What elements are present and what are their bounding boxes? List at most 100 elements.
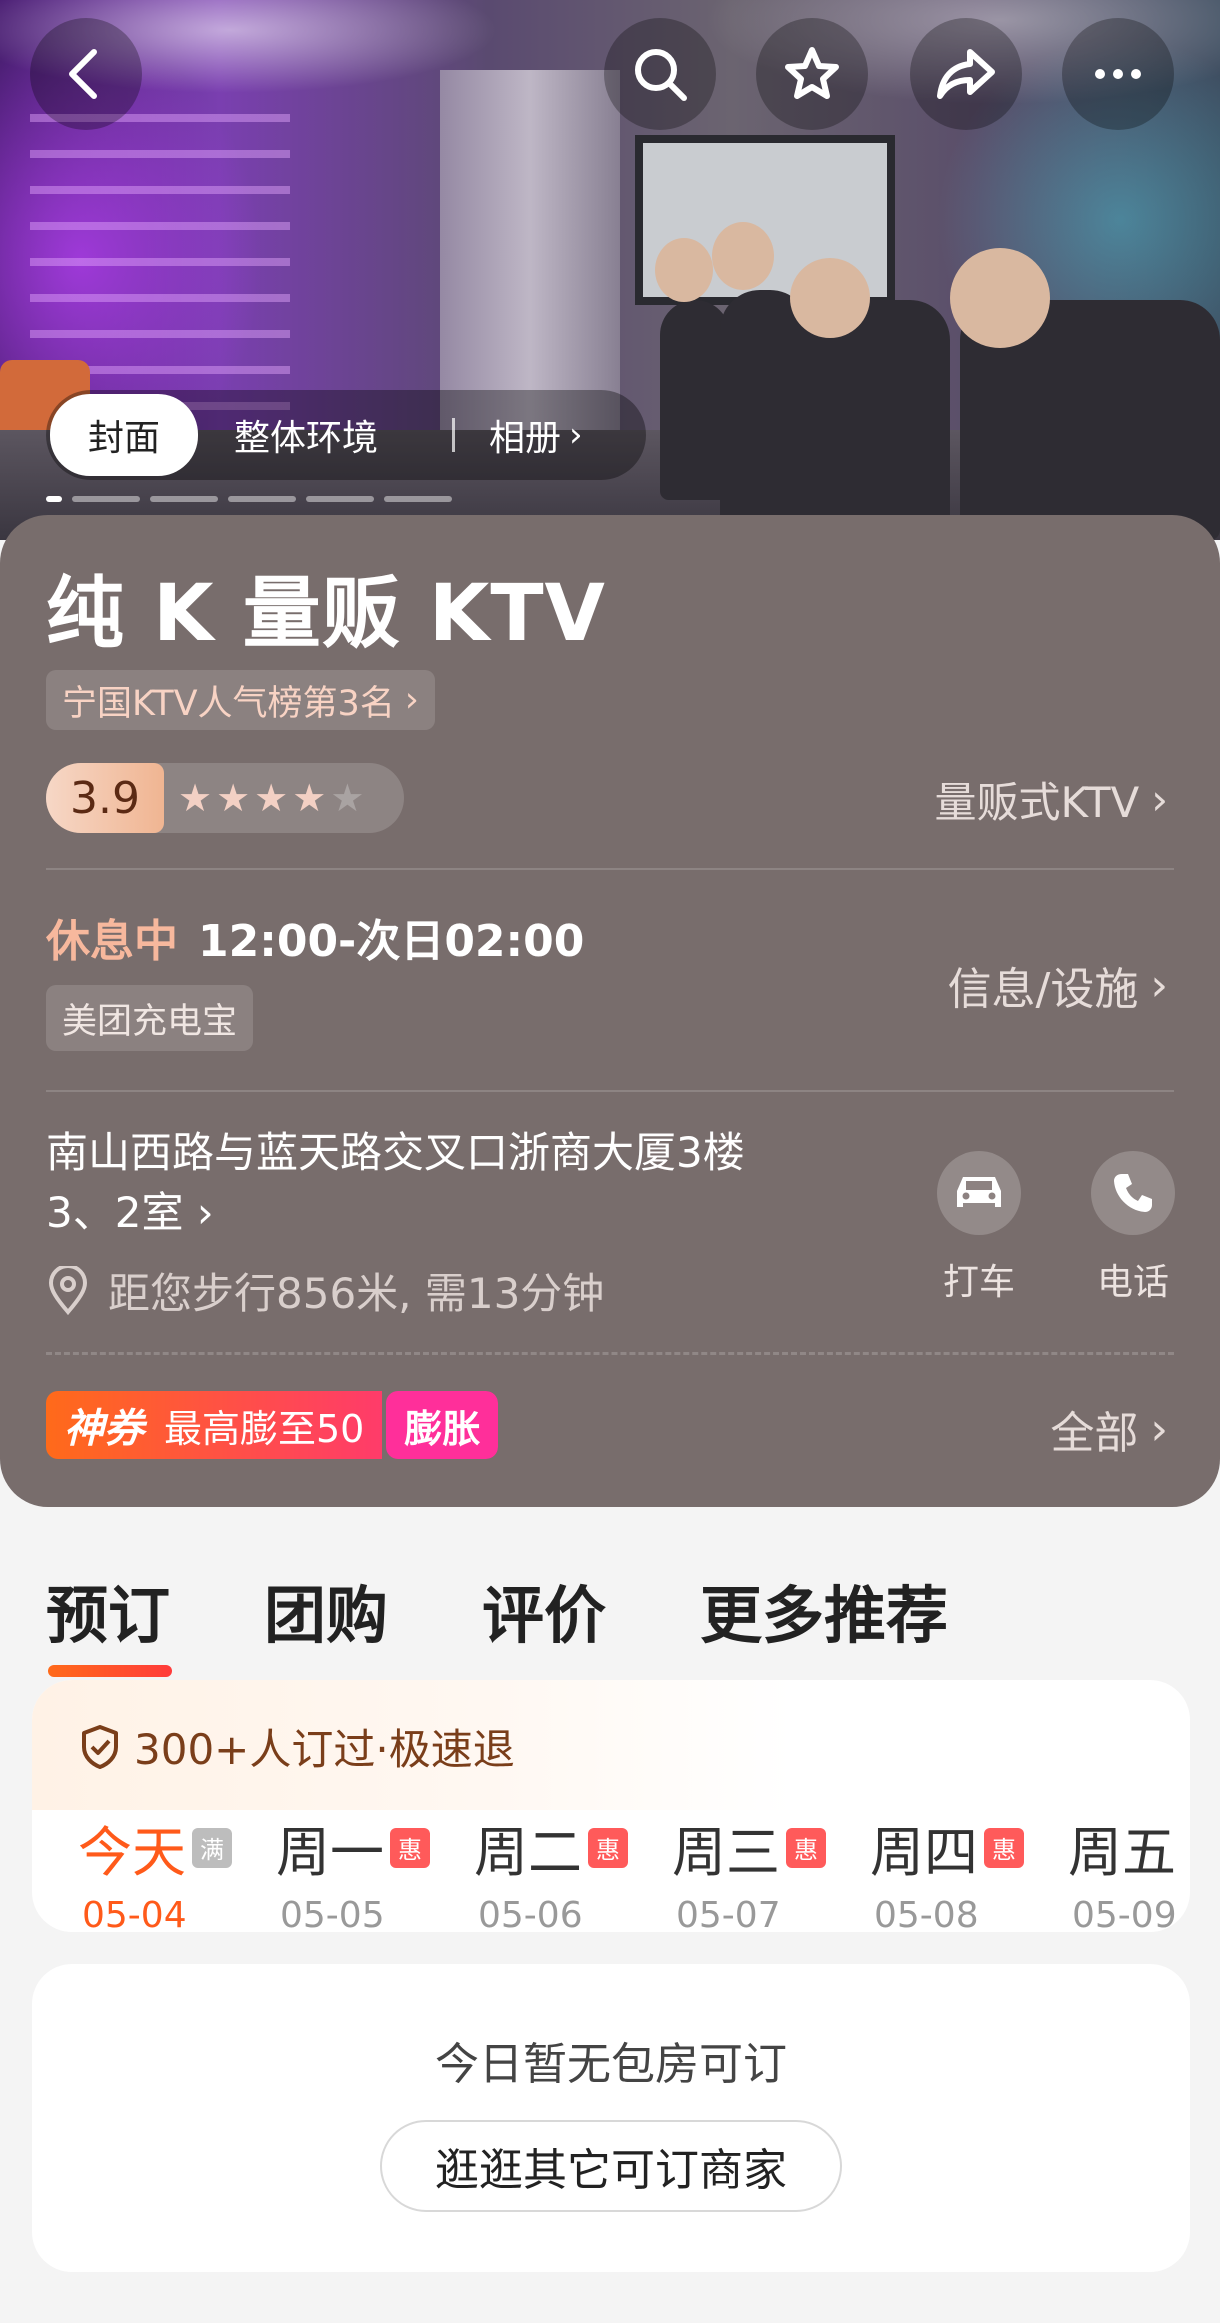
hero-photo[interactable]: 封面 整体环境 相册 ›	[0, 0, 1220, 540]
coupon-banner[interactable]: 神券 最高膨至50 膨胀	[46, 1391, 499, 1459]
date-item[interactable]: 周四 惠 05-08	[870, 1808, 1068, 1932]
more-button[interactable]	[1062, 18, 1174, 130]
album-tab-environment[interactable]: 整体环境	[234, 409, 378, 461]
date-text: 05-07	[676, 1895, 781, 1932]
date-week: 今天	[78, 1821, 186, 1884]
star-icon: ★	[292, 776, 327, 820]
empty-state-text: 今日暂无包房可订	[435, 2039, 787, 2090]
taxi-button[interactable]: 打车	[914, 1151, 1044, 1305]
date-text: 05-04	[82, 1895, 187, 1932]
all-coupons-label: 全部	[1050, 1408, 1139, 1459]
tab-more-recommend[interactable]: 更多推荐	[700, 1565, 948, 1655]
date-text: 05-06	[478, 1895, 583, 1932]
divider	[46, 1090, 1174, 1092]
address-link[interactable]: 南山西路与蓝天路交叉口浙商大厦3楼 3、2室 ›	[46, 1123, 846, 1243]
coupon-main: 神券 最高膨至50	[46, 1391, 383, 1459]
carousel-dot	[384, 496, 452, 502]
empty-state-card: 今日暂无包房可订 逛逛其它可订商家	[32, 1964, 1190, 2272]
date-item[interactable]: 周二 惠 05-06	[474, 1808, 672, 1932]
staff-head	[950, 248, 1050, 348]
phone-label: 电话	[1096, 1262, 1169, 1303]
tab-reviews[interactable]: 评价	[482, 1565, 606, 1655]
carousel-dot	[228, 496, 296, 502]
coupon-amount: 最高膨至50	[164, 1406, 365, 1451]
full-badge: 满	[192, 1827, 232, 1868]
album-gallery-label: 相册	[489, 418, 562, 459]
date-item[interactable]: 周五 05-09	[1068, 1808, 1190, 1932]
date-week-row: 周五	[1068, 1808, 1190, 1887]
album-tabs: 封面 整体环境 相册 ›	[46, 390, 646, 480]
chevron-left-icon	[69, 49, 97, 99]
staff-head	[655, 238, 713, 302]
star-icon	[785, 47, 839, 99]
taxi-icon-circle	[937, 1151, 1021, 1235]
carousel-dot	[306, 496, 374, 502]
more-dots-icon	[1095, 69, 1141, 79]
date-item-today[interactable]: 今天 满 05-04	[78, 1808, 276, 1932]
shop-info-card: 纯 K 量贩 KTV 宁国KTV人气榜第3名 › 3.9 ★ ★ ★ ★ ★ 量…	[0, 515, 1220, 1507]
chevron-right-icon: ›	[196, 1188, 214, 1237]
date-week: 周五	[1068, 1821, 1176, 1884]
rating-stars: ★ ★ ★ ★ ★	[178, 776, 364, 820]
date-week-row: 周一 惠	[276, 1808, 474, 1887]
coupon-label: 神券	[64, 1406, 144, 1452]
chevron-right-icon: ›	[1151, 775, 1168, 824]
car-icon	[957, 1177, 1001, 1207]
booked-info: 300+人订过·极速退	[78, 1716, 515, 1777]
tab-booking[interactable]: 预订	[46, 1565, 173, 1677]
date-week-row: 周二 惠	[474, 1808, 672, 1887]
staff-person	[720, 290, 810, 530]
rank-tag-label: 宁国KTV人气榜第3名	[62, 683, 395, 724]
album-tab-gallery[interactable]: 相册 ›	[489, 409, 583, 461]
date-week-row: 周三 惠	[672, 1808, 870, 1887]
search-button[interactable]	[604, 18, 716, 130]
shield-check-icon	[82, 1724, 118, 1769]
date-text: 05-05	[280, 1895, 385, 1932]
hours-text: 12:00-次日02:00	[198, 916, 585, 967]
carousel-dot	[72, 496, 140, 502]
date-text: 05-08	[874, 1895, 979, 1932]
business-hours: 休息中 12:00-次日02:00	[46, 905, 584, 969]
phone-button[interactable]: 电话	[1068, 1151, 1198, 1305]
category-label: 量贩式KTV	[934, 778, 1140, 827]
date-week: 周二	[474, 1821, 582, 1884]
back-button[interactable]	[30, 18, 142, 130]
date-selector: 今天 满 05-04 周一 惠 05-05 周二 惠 05-06 周三 惠 05…	[78, 1808, 1190, 1932]
facility-label: 信息/设施	[947, 964, 1139, 1015]
carousel-dots	[46, 496, 452, 502]
date-item[interactable]: 周三 惠 05-07	[672, 1808, 870, 1932]
star-icon: ★	[178, 776, 213, 820]
rank-tag[interactable]: 宁国KTV人气榜第3名 ›	[46, 670, 435, 730]
date-item[interactable]: 周一 惠 05-05	[276, 1808, 474, 1932]
staff-head	[790, 258, 870, 338]
chevron-right-icon: ›	[404, 680, 419, 720]
date-week-row: 今天 满	[78, 1808, 276, 1887]
date-week: 周三	[672, 1821, 780, 1884]
tab-group-buy[interactable]: 团购	[264, 1565, 388, 1655]
date-week: 周四	[870, 1821, 978, 1884]
rating-pill[interactable]: 3.9 ★ ★ ★ ★ ★	[46, 763, 404, 833]
chevron-right-icon: ›	[1150, 959, 1168, 1011]
discount-badge: 惠	[390, 1827, 430, 1868]
facility-link[interactable]: 信息/设施 ›	[948, 953, 1168, 1017]
share-icon	[937, 49, 995, 99]
date-text: 05-09	[1072, 1895, 1177, 1932]
address-line-2: 3、2室	[46, 1188, 184, 1237]
album-tab-cover[interactable]: 封面	[50, 394, 199, 476]
discount-badge: 惠	[786, 1827, 826, 1868]
date-week: 周一	[276, 1821, 384, 1884]
date-week-row: 周四 惠	[870, 1808, 1068, 1887]
album-divider	[452, 418, 456, 452]
booking-card: 300+人订过·极速退 今天 满 05-04 周一 惠 05-05 周二 惠 0…	[32, 1680, 1190, 1932]
browse-other-shops-button[interactable]: 逛逛其它可订商家	[380, 2120, 842, 2212]
category-link[interactable]: 量贩式KTV ›	[935, 769, 1168, 830]
taxi-label: 打车	[942, 1262, 1015, 1303]
search-icon	[635, 49, 687, 101]
divider	[46, 868, 1174, 870]
address-line-1: 南山西路与蓝天路交叉口浙商大厦3楼	[46, 1128, 745, 1177]
star-icon: ★	[254, 776, 289, 820]
share-button[interactable]	[910, 18, 1022, 130]
business-status: 休息中	[46, 916, 178, 967]
favorite-button[interactable]	[756, 18, 868, 130]
all-coupons-link[interactable]: 全部 ›	[1050, 1397, 1168, 1461]
